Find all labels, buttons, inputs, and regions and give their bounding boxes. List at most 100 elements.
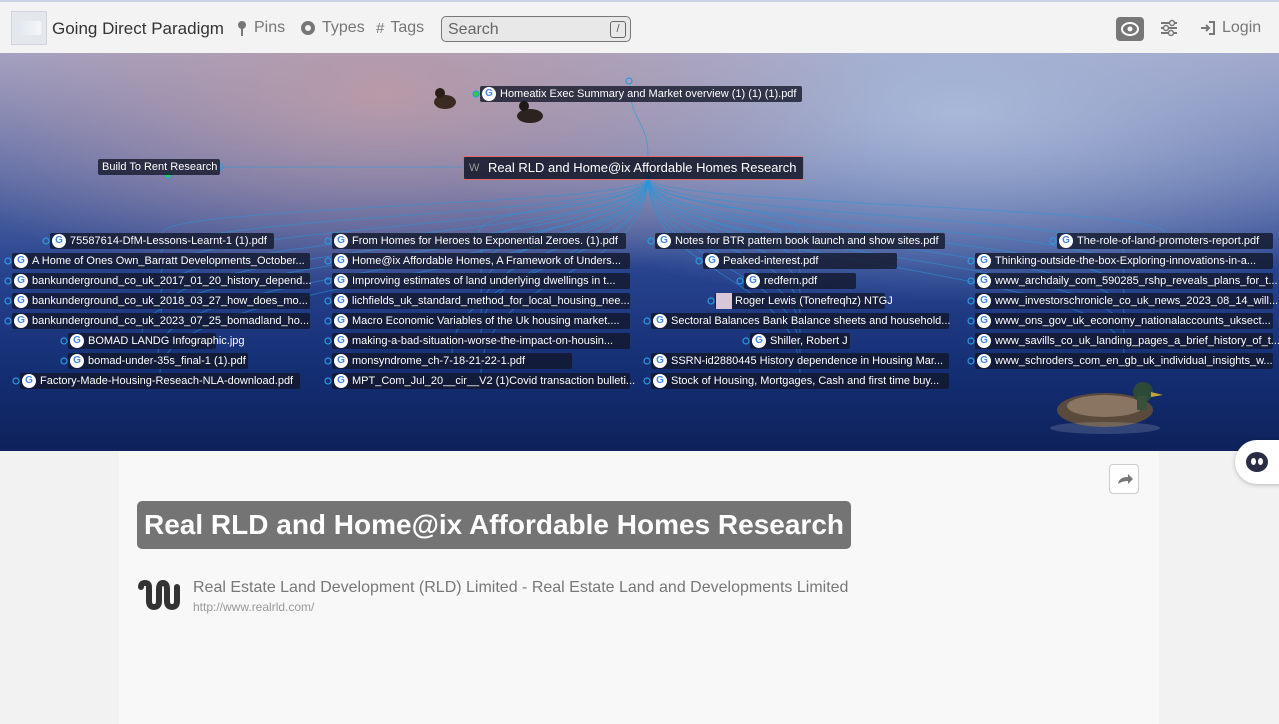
graph-node-label: SSRN-id2880445 History dependence in Hou… [671,355,944,367]
graph-node-port [967,317,975,325]
graph-node[interactable]: redfern.pdf [744,273,856,289]
graph-node-label: bankunderground_co_uk_2018_03_27_how_doe… [32,295,308,307]
graph-node[interactable]: Thinking-outside-the-box-Exploring-innov… [975,253,1273,269]
chat-widget-button[interactable] [1235,440,1279,484]
graph-node[interactable]: www_archdaily_com_590285_rshp_reveals_pl… [975,273,1278,289]
view-toggle-button[interactable] [1116,17,1144,41]
weebly-icon: W [469,162,480,174]
graph-node-label: Peaked-interest.pdf [723,255,819,267]
graph-node[interactable]: SSRN-id2880445 History dependence in Hou… [651,353,949,369]
google-icon [653,374,667,388]
graph-node-port [4,297,12,305]
graph-node-label: 75587614-DfM-Lessons-Learnt-1 (1).pdf [70,235,267,247]
graph-node-label: www_ons_gov_uk_economy_nationalaccounts_… [995,315,1271,327]
graph-node-port [324,357,332,365]
graph-node[interactable]: From Homes for Heroes to Exponential Zer… [332,233,626,249]
graph-node-port [472,90,480,98]
graph-node[interactable]: Macro Economic Variables of the Uk housi… [332,313,630,329]
graph-node[interactable]: BOMAD LANDG Infographic.jpg [68,333,245,349]
google-icon [334,334,348,348]
graph-hub-label: Real RLD and Home@ix Affordable Homes Re… [488,160,797,175]
google-icon [705,254,719,268]
graph-node[interactable]: Factory-Made-Housing-Reseach-NLA-downloa… [20,373,300,389]
nav-pins[interactable]: Pins [236,19,285,37]
site-logo[interactable] [11,11,47,45]
graph-node-label: MPT_Com_Jul_20__cir__V2 (1)Covid transac… [352,375,636,387]
graph-node-label: Sectoral Balances Bank Balance sheets an… [671,315,951,327]
graph-node[interactable]: bankunderground_co_uk_2017_01_20_history… [12,273,312,289]
graph-node[interactable]: Home@ix Affordable Homes, A Framework of… [332,253,630,269]
graph-node[interactable]: Peaked-interest.pdf [703,253,897,269]
graph-node-port [647,237,655,245]
share-icon [1118,474,1133,484]
graph-node-port [643,357,651,365]
weebly-logo-icon [138,580,180,610]
graph-node[interactable]: Roger Lewis (Tonefreqhz) NTGJ [715,293,893,309]
content-panel: Real RLD and Home@ix Affordable Homes Re… [119,451,1159,724]
graph-node[interactable]: www_schroders_com_en_gb_uk_individual_in… [975,353,1273,369]
graph-node-port [967,257,975,265]
graph-node-label: Home@ix Affordable Homes, A Framework of… [352,255,621,267]
graph-node-label: monsyndrome_ch-7-18-21-22-1.pdf [352,355,526,367]
google-icon [14,314,28,328]
graph-node[interactable]: MPT_Com_Jul_20__cir__V2 (1)Covid transac… [332,373,635,389]
graph-node[interactable]: bankunderground_co_uk_2018_03_27_how_doe… [12,293,310,309]
graph-node-port [967,357,975,365]
graph-node[interactable]: The-role-of-land-promoters-report.pdf [1057,233,1273,249]
site-title[interactable]: Going Direct Paradigm [52,19,224,39]
graph-node-port [324,317,332,325]
graph-node[interactable]: making-a-bad-situation-worse-the-impact-… [332,333,630,349]
graph-node[interactable]: lichfields_uk_standard_method_for_local_… [332,293,630,309]
graph-node-label: Notes for BTR pattern book launch and sh… [675,235,939,247]
google-icon [70,334,84,348]
google-icon [70,354,84,368]
share-button[interactable] [1109,464,1139,494]
search-input[interactable] [446,19,610,41]
google-icon [746,274,760,288]
nav-types[interactable]: Types [300,19,365,37]
circle-icon [301,21,315,35]
hash-icon: # [376,19,385,37]
graph-node-label: The-role-of-land-promoters-report.pdf [1077,235,1260,247]
graph-node[interactable]: www_savills_co_uk_landing_pages_a_brief_… [975,333,1279,349]
link-title[interactable]: Real Estate Land Development (RLD) Limit… [193,579,848,597]
graph-node-label: Homeatix Exec Summary and Market overvie… [500,88,797,100]
nav-tags[interactable]: # Tags [376,19,424,37]
google-icon [52,234,66,248]
duck-image [434,88,456,109]
graph-hub-node[interactable]: W Real RLD and Home@ix Affordable Homes … [463,156,804,180]
graph-node-port [42,237,50,245]
search-box: / [441,16,631,42]
graph-node[interactable]: Build To Rent Research [98,159,220,175]
graph-node[interactable]: www_investorschronicle_co_uk_news_2023_0… [975,293,1278,309]
graph-node-label: Macro Economic Variables of the Uk housi… [352,315,620,327]
graph-node[interactable]: Improving estimates of land underlying d… [332,273,630,289]
graph-node[interactable]: www_ons_gov_uk_economy_nationalaccounts_… [975,313,1273,329]
graph-node[interactable]: bankunderground_co_uk_2023_07_25_bomadla… [12,313,310,329]
settings-sliders-icon[interactable] [1160,19,1178,37]
login-button[interactable]: Login [1200,19,1261,37]
graph-node[interactable]: Homeatix Exec Summary and Market overvie… [480,86,802,102]
graph-node-port [643,317,651,325]
google-icon [22,374,36,388]
graph-node[interactable]: monsyndrome_ch-7-18-21-22-1.pdf [332,353,572,369]
graph-node[interactable]: A Home of Ones Own_Barratt Developments_… [12,253,310,269]
graph-node[interactable]: bomad-under-35s_final-1 (1).pdf [68,353,248,369]
graph-node-port [1049,237,1057,245]
graph-node-label: Thinking-outside-the-box-Exploring-innov… [995,255,1257,267]
graph-node[interactable]: Sectoral Balances Bank Balance sheets an… [651,313,951,329]
avatar-icon [716,293,732,309]
graph-node-port [60,337,68,345]
link-url[interactable]: http://www.realrld.com/ [193,600,314,614]
knowledge-graph[interactable]: W Real RLD and Home@ix Affordable Homes … [0,53,1279,451]
google-icon [14,274,28,288]
graph-node-label: www_archdaily_com_590285_rshp_reveals_pl… [995,275,1278,287]
google-icon [334,254,348,268]
graph-node[interactable]: Stock of Housing, Mortgages, Cash and fi… [651,373,949,389]
graph-node-label: lichfields_uk_standard_method_for_local_… [352,295,630,307]
graph-node[interactable]: 75587614-DfM-Lessons-Learnt-1 (1).pdf [50,233,274,249]
graph-node[interactable]: Notes for BTR pattern book launch and sh… [655,233,945,249]
graph-node[interactable]: Shiller, Robert J [750,333,850,349]
google-icon [334,234,348,248]
google-icon [653,314,667,328]
